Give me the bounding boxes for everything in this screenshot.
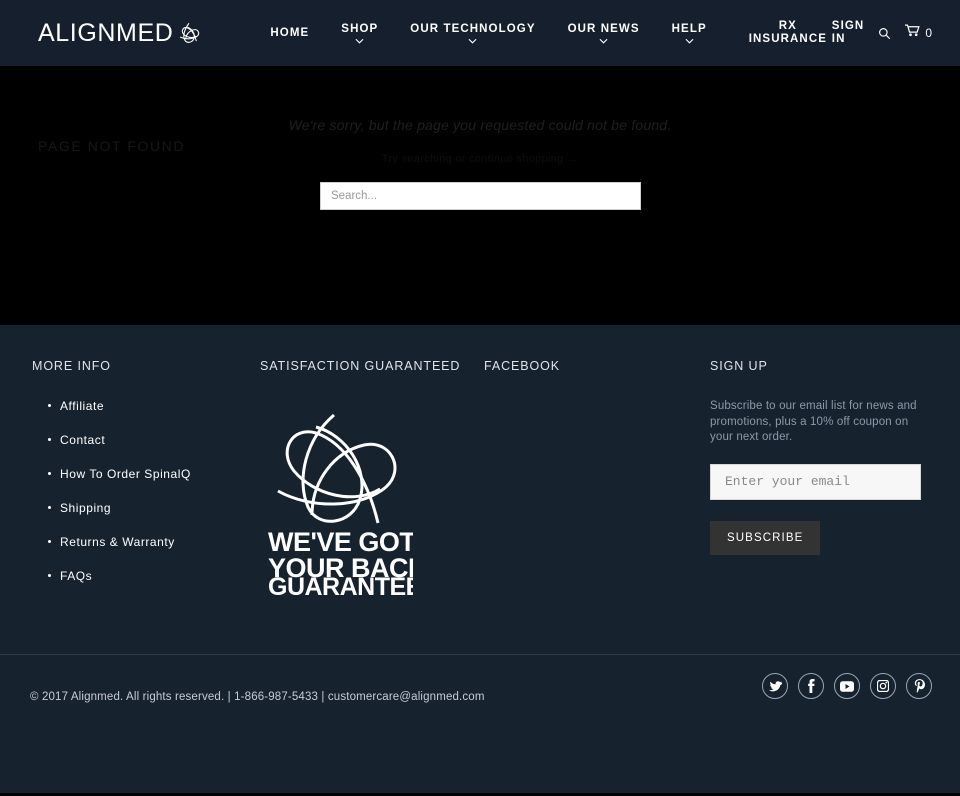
try-search-message: Try searching or continue shopping →: [381, 153, 579, 165]
nav-item-rx-insurance[interactable]: RX INSURANCE: [733, 20, 843, 46]
footer-bottom-bar: © 2017 Alignmed. All rights reserved. | …: [0, 655, 960, 793]
search-icon[interactable]: [878, 27, 891, 40]
list-item[interactable]: Affiliate: [32, 399, 260, 413]
guarantee-badge: WE'VE GOT YOUR BACK. GUARANTEED.: [268, 399, 484, 595]
social-links: [762, 673, 932, 699]
sign-in-line2: IN: [831, 33, 846, 45]
site-footer: MORE INFO Affiliate Contact How To Order…: [0, 325, 960, 655]
logo-text: ALIGNMED: [38, 18, 174, 47]
chevron-down-icon: [468, 38, 477, 44]
header-actions: SIGN IN 0: [832, 20, 932, 46]
instagram-icon[interactable]: [870, 673, 896, 699]
trefoil-knot-icon: [176, 20, 202, 46]
site-header: ALIGNMED HOME SHOP OUR TECHNOLOGY OUR NE…: [0, 0, 960, 66]
nav-item-our-technology[interactable]: OUR TECHNOLOGY: [394, 23, 551, 44]
column-heading: FACEBOOK: [484, 359, 560, 373]
copyright-text: © 2017 Alignmed. All rights reserved. | …: [30, 691, 485, 703]
list-item[interactable]: FAQs: [32, 569, 260, 583]
footer-divider: [0, 654, 960, 655]
twitter-icon[interactable]: [762, 673, 788, 699]
nav-label-line2: INSURANCE: [748, 33, 827, 45]
main-navigation: HOME SHOP OUR TECHNOLOGY OUR NEWS HELP R…: [254, 20, 843, 46]
cart-count: 0: [925, 26, 932, 40]
nav-label: OUR TECHNOLOGY: [410, 22, 536, 35]
footer-column-more-info: MORE INFO Affiliate Contact How To Order…: [32, 359, 260, 603]
signup-description: Subscribe to our email list for news and…: [710, 400, 917, 443]
nav-item-help[interactable]: HELP: [656, 23, 723, 44]
nav-item-our-news[interactable]: OUR NEWS: [552, 23, 656, 44]
list-item[interactable]: Returns & Warranty: [32, 535, 260, 549]
column-heading: SATISFACTION GUARANTEED: [260, 359, 461, 373]
nav-label-line1: RX: [778, 20, 797, 32]
footer-column-signup: SIGN UP Subscribe to our email list for …: [710, 359, 928, 603]
column-heading: SIGN UP: [710, 359, 768, 373]
list-item[interactable]: Shipping: [32, 501, 260, 515]
cart-button[interactable]: 0: [905, 24, 932, 42]
footer-column-facebook: FACEBOOK: [484, 359, 710, 603]
list-item[interactable]: How To Order SpinalQ: [32, 467, 260, 481]
nav-item-shop[interactable]: SHOP: [325, 23, 394, 44]
badge-line-3: GUARANTEED.: [268, 573, 413, 595]
logo[interactable]: ALIGNMED: [38, 20, 202, 46]
page-title: PAGE NOT FOUND: [38, 138, 186, 154]
chevron-down-icon: [685, 38, 694, 44]
nav-label: HELP: [671, 22, 707, 35]
nav-item-home[interactable]: HOME: [254, 27, 325, 40]
footer-column-satisfaction: SATISFACTION GUARANTEED WE'VE GOT YOUR B…: [260, 359, 484, 603]
youtube-icon[interactable]: [834, 673, 860, 699]
chevron-down-icon: [355, 38, 364, 44]
main-content: PAGE NOT FOUND We're sorry, but the page…: [0, 66, 960, 325]
sign-in-line1: SIGN: [831, 20, 865, 32]
nav-label: OUR NEWS: [567, 22, 640, 35]
chevron-down-icon: [599, 38, 608, 44]
trefoil-knot-icon: [277, 413, 397, 524]
email-field[interactable]: [710, 463, 921, 500]
facebook-icon[interactable]: [798, 673, 824, 699]
subscribe-button[interactable]: SUBSCRIBE: [710, 520, 821, 555]
cart-icon: [905, 24, 920, 42]
nav-label: SHOP: [341, 22, 379, 35]
pinterest-icon[interactable]: [906, 673, 932, 699]
search-input[interactable]: [320, 182, 641, 210]
more-info-link-list: Affiliate Contact How To Order SpinalQ S…: [32, 399, 260, 583]
nav-label: HOME: [270, 26, 310, 39]
footer-columns: MORE INFO Affiliate Contact How To Order…: [0, 359, 960, 603]
error-message: We're sorry, but the page you requested …: [288, 117, 672, 133]
sign-in-button[interactable]: SIGN IN: [832, 20, 865, 46]
column-heading: MORE INFO: [32, 359, 111, 373]
list-item[interactable]: Contact: [32, 433, 260, 447]
